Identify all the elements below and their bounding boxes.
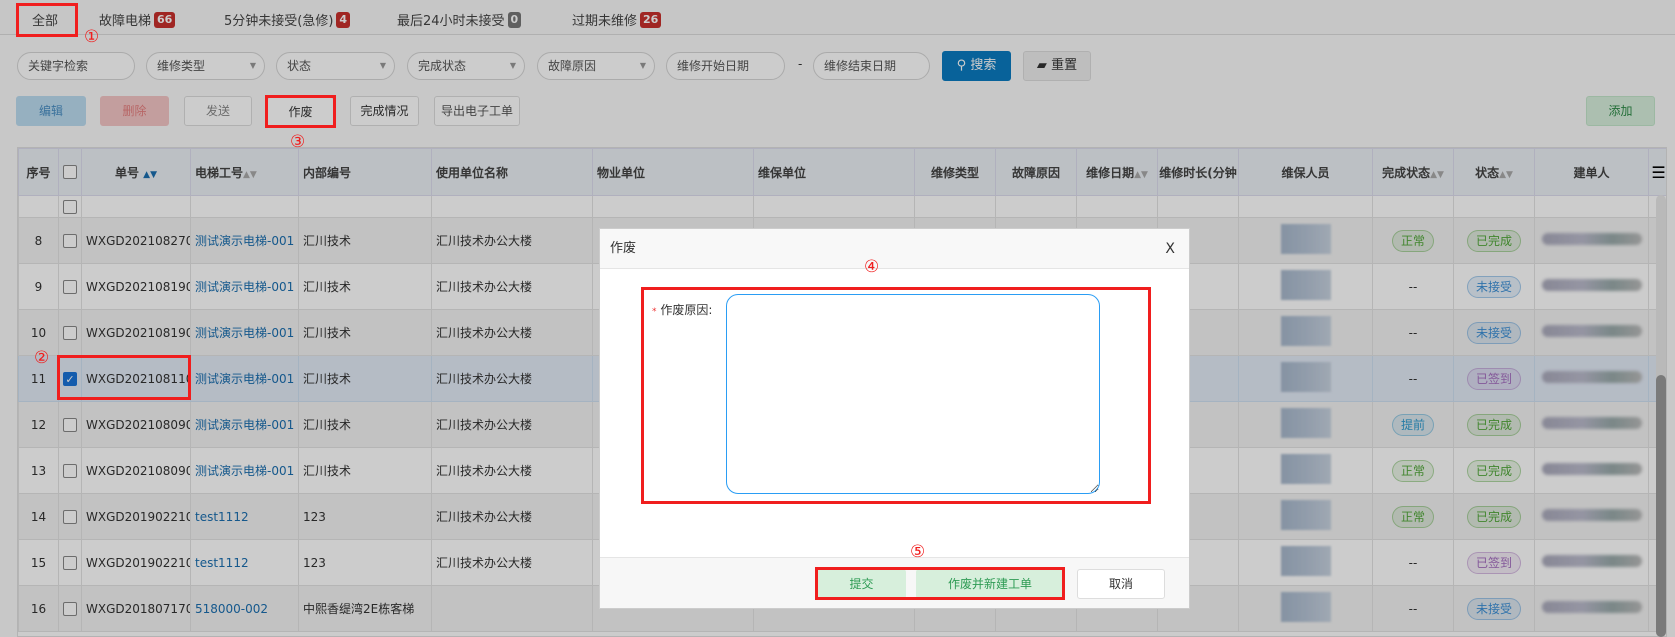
dialog-title: 作废: [610, 241, 637, 256]
annotation-box-3: [265, 95, 336, 128]
annotation-number-1: ①: [84, 27, 100, 47]
annotation-number-4: ④: [864, 257, 880, 277]
annotation-box-1: [16, 3, 78, 37]
dialog-header: 作废 X: [600, 229, 1189, 269]
annotation-box-2: [57, 355, 191, 400]
cancel-button[interactable]: 取消: [1077, 569, 1165, 599]
close-icon[interactable]: X: [1165, 229, 1175, 269]
annotation-number-3: ③: [290, 132, 306, 152]
annotation-box-5: [815, 567, 1065, 600]
annotation-box-4: [641, 287, 1151, 504]
annotation-number-5: ⑤: [910, 542, 926, 562]
annotation-number-2: ②: [34, 348, 50, 368]
